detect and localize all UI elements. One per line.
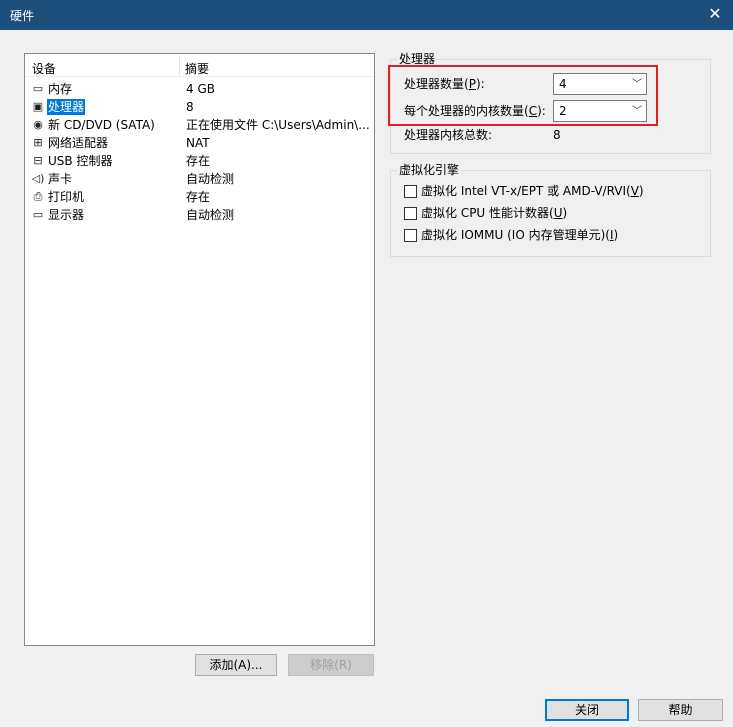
device-row-usb-controller[interactable]: ⊟ USB 控制器 存在: [25, 152, 374, 170]
device-row-cd-dvd[interactable]: ◉ 新 CD/DVD (SATA) 正在使用文件 C:\Users\Admin\…: [25, 116, 374, 134]
checkbox-label: 虚拟化 Intel VT-x/EPT 或 AMD-V/RVI(V): [421, 184, 644, 198]
device-summary: 4 GB: [186, 82, 215, 96]
checkbox-icon: [404, 229, 417, 242]
device-summary: 存在: [186, 154, 211, 168]
device-summary: NAT: [186, 136, 210, 150]
highlight-box: [388, 65, 658, 126]
device-name: 处理器: [47, 99, 86, 115]
checkbox-icon: [404, 185, 417, 198]
header-separator: [25, 76, 374, 77]
memory-icon: ▭: [32, 82, 44, 95]
checkbox-label: 虚拟化 CPU 性能计数器(U): [421, 206, 568, 220]
device-list[interactable]: 设备 摘要 ▭ 内存 4 GB ▣ 处理器 8 ◉ 新 CD/DVD (SATA…: [24, 53, 375, 646]
device-row-network-adapter[interactable]: ⊞ 网络适配器 NAT: [25, 134, 374, 152]
device-summary: 自动检测: [186, 208, 235, 222]
help-button[interactable]: 帮助: [638, 699, 723, 721]
device-row-display[interactable]: ▭ 显示器 自动检测: [25, 206, 374, 224]
device-summary: 8: [186, 100, 194, 114]
column-header-device[interactable]: 设备: [32, 60, 56, 77]
device-name: USB 控制器: [48, 154, 113, 168]
device-row-printer[interactable]: ⎙ 打印机 存在: [25, 188, 374, 206]
network-adapter-icon: ⊞: [33, 136, 43, 149]
remove-button[interactable]: 移除(R): [288, 654, 374, 676]
column-divider[interactable]: [179, 56, 180, 76]
close-icon[interactable]: ✕: [705, 4, 725, 24]
checkbox-label: 虚拟化 IOMMU (IO 内存管理单元)(I): [421, 228, 619, 242]
printer-icon: ⎙: [33, 190, 43, 203]
device-row-processor[interactable]: ▣ 处理器 8: [25, 98, 374, 116]
device-name: 内存: [48, 82, 73, 96]
device-name: 声卡: [48, 172, 73, 186]
device-name: 打印机: [48, 190, 85, 204]
device-name: 新 CD/DVD (SATA): [48, 118, 155, 132]
device-name: 网络适配器: [48, 136, 109, 150]
device-name: 显示器: [48, 208, 85, 222]
title-bar: 硬件 ✕: [0, 0, 733, 30]
display-icon: ▭: [32, 208, 44, 221]
checkbox-icon: [404, 207, 417, 220]
window-title: 硬件: [10, 9, 35, 23]
virtualization-group-title: 虚拟化引擎: [397, 162, 462, 178]
total-cores-label: 处理器内核总数:: [404, 128, 493, 142]
device-summary: 自动检测: [186, 172, 235, 186]
sound-card-icon: ◁): [31, 172, 45, 185]
column-header-summary[interactable]: 摘要: [185, 60, 209, 77]
close-button[interactable]: 关闭: [545, 699, 629, 721]
device-summary: 存在: [186, 190, 211, 204]
total-cores-value: 8: [553, 128, 561, 142]
device-row-memory[interactable]: ▭ 内存 4 GB: [25, 80, 374, 98]
usb-controller-icon: ⊟: [33, 154, 43, 167]
device-summary: 正在使用文件 C:\Users\Admin\...: [186, 118, 370, 132]
cd-dvd-icon: ◉: [33, 118, 43, 131]
add-button[interactable]: 添加(A)...: [195, 654, 277, 676]
device-row-sound-card[interactable]: ◁) 声卡 自动检测: [25, 170, 374, 188]
cpu-icon: ▣: [32, 100, 44, 113]
